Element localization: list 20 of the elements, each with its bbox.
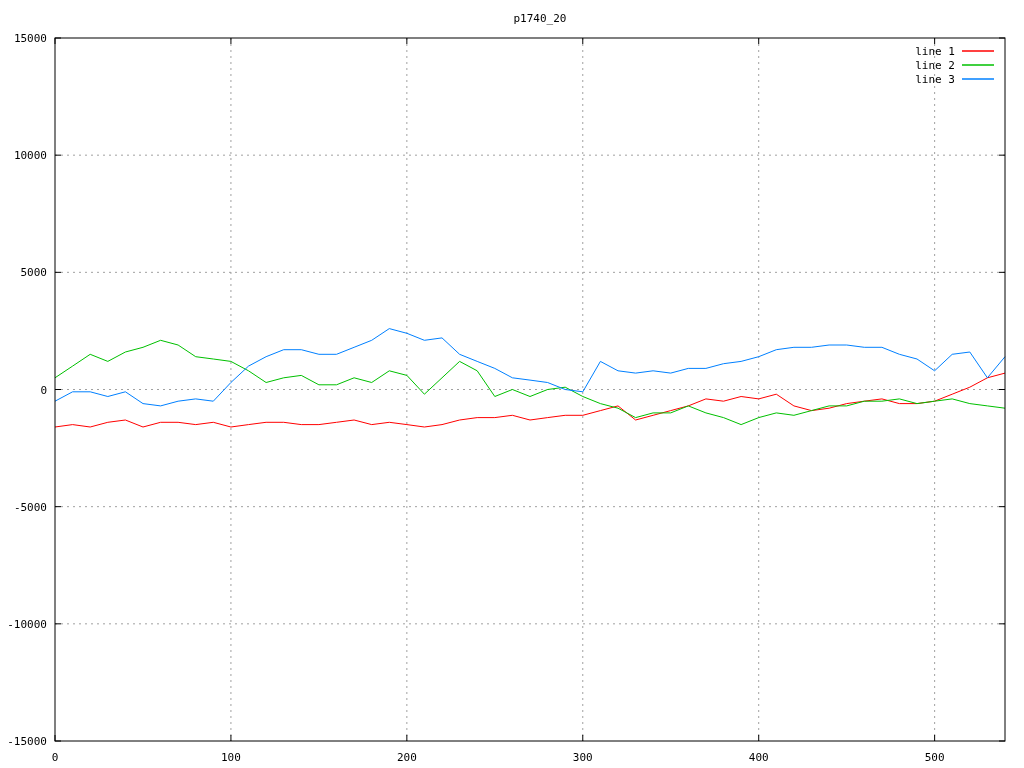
legend-line-icon bbox=[961, 50, 995, 52]
legend-label: line 1 bbox=[915, 45, 955, 58]
axis-tick-label: -5000 bbox=[13, 500, 47, 514]
axis-tick-label: 0 bbox=[51, 751, 59, 764]
axis-tick-label: -10000 bbox=[7, 617, 47, 631]
legend-line-icon bbox=[961, 78, 995, 80]
axis-tick-label: 0 bbox=[40, 383, 47, 397]
axis-tick-label: 100 bbox=[221, 751, 241, 764]
axis-tick-label: 500 bbox=[924, 751, 945, 764]
axis-tick-label: 15000 bbox=[13, 32, 47, 45]
axis-tick-label: 5000 bbox=[20, 266, 47, 280]
axis-tick-label: 200 bbox=[396, 751, 417, 764]
legend-label: line 2 bbox=[915, 59, 955, 72]
axis-tick-label: 400 bbox=[748, 751, 769, 764]
legend-line-icon bbox=[961, 64, 995, 66]
legend-label: line 3 bbox=[915, 73, 955, 86]
axis-tick-label: 300 bbox=[572, 751, 593, 764]
chart-title: p1740_20 bbox=[513, 12, 567, 25]
axis-tick-label: 10000 bbox=[13, 149, 47, 163]
axis-tick-label: -15000 bbox=[7, 735, 47, 748]
